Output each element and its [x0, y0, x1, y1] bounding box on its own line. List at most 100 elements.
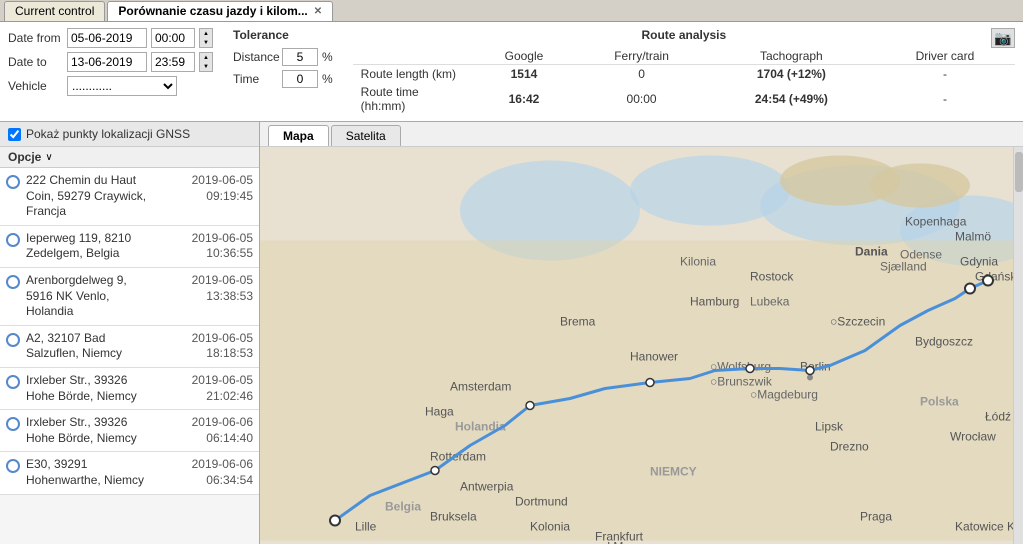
- map-svg: Dania Kopenhaga Malmö Sjælland Odense Ro…: [260, 147, 1023, 544]
- waypoint-icon: [6, 233, 20, 247]
- map-scrollbar[interactable]: [1013, 147, 1023, 544]
- date-from-input[interactable]: [67, 28, 147, 48]
- waypoint-datetime: 2019-06-0510:36:55: [192, 231, 253, 262]
- svg-text:Dortmund: Dortmund: [515, 495, 568, 509]
- route-analysis-title: Route analysis: [353, 28, 1015, 42]
- col-header-tacho: Tachograph: [708, 48, 875, 65]
- route-analysis-section: Route analysis Google Ferry/train Tachog…: [353, 28, 1015, 115]
- route-length-driver: -: [875, 65, 1015, 84]
- svg-text:Bruksela: Bruksela: [430, 510, 477, 524]
- svg-text:○Magdeburg: ○Magdeburg: [750, 388, 818, 402]
- waypoint-item[interactable]: Irxleber Str., 39326Hohe Börde, Niemcy20…: [0, 368, 259, 410]
- date-form: Date from ▲ ▼ Date to ▲ ▼ Vehicle ......…: [8, 28, 213, 96]
- tol-time-input[interactable]: [282, 70, 318, 88]
- date-to-input[interactable]: [67, 52, 147, 72]
- waypoint-address: Arenborgdelweg 9,5916 NK Venlo,Holandia: [26, 273, 184, 320]
- time-to-input[interactable]: [151, 52, 195, 72]
- time-to-spinner[interactable]: ▲ ▼: [199, 52, 213, 72]
- tol-distance-input[interactable]: [282, 48, 318, 66]
- spinner-down[interactable]: ▼: [200, 38, 212, 47]
- svg-text:Dania: Dania: [855, 245, 888, 259]
- waypoint-address: E30, 39291Hohenwarthe, Niemcy: [26, 457, 184, 488]
- tolerance-distance-row: Distance %: [233, 48, 333, 66]
- col-header-google: Google: [473, 48, 576, 65]
- gnss-checkbox[interactable]: [8, 128, 21, 141]
- map-area: Mapa Satelita: [260, 122, 1023, 544]
- tab-label: Current control: [15, 4, 94, 18]
- waypoint-datetime: 2019-06-0521:02:46: [192, 373, 253, 404]
- waypoint-info: E30, 39291Hohenwarthe, Niemcy: [26, 457, 184, 488]
- waypoint-item[interactable]: Irxleber Str., 39326Hohe Börde, Niemcy20…: [0, 410, 259, 452]
- waypoint-item[interactable]: E30, 39291Hohenwarthe, Niemcy2019-06-060…: [0, 452, 259, 494]
- route-time-ferry: 00:00: [575, 83, 708, 115]
- options-bar[interactable]: Opcje ∨: [0, 147, 259, 168]
- svg-text:NIEMCY: NIEMCY: [650, 465, 697, 479]
- tolerance-section: Tolerance Distance % Time %: [233, 28, 333, 88]
- svg-text:Antwerpia: Antwerpia: [460, 480, 514, 494]
- tab-bar: Current control Porównanie czasu jazdy i…: [0, 0, 1023, 22]
- tol-time-label: Time: [233, 72, 278, 86]
- waypoint-icon: [6, 375, 20, 389]
- map-canvas: Dania Kopenhaga Malmö Sjælland Odense Ro…: [260, 147, 1023, 544]
- date-from-label: Date from: [8, 31, 63, 45]
- waypoint-list[interactable]: 222 Chemin du HautCoin, 59279 Craywick,F…: [0, 168, 259, 544]
- time-from-input[interactable]: [151, 28, 195, 48]
- route-length-label: Route length (km): [353, 65, 473, 84]
- waypoint-datetime: 2019-06-0509:19:45: [192, 173, 253, 204]
- route-time-tacho: 24:54 (+49%): [708, 83, 875, 115]
- svg-text:○Brunszwik: ○Brunszwik: [710, 375, 773, 389]
- tab-current-control[interactable]: Current control: [4, 1, 105, 21]
- camera-button[interactable]: 📷: [991, 28, 1015, 48]
- date-to-label: Date to: [8, 55, 63, 69]
- svg-text:Kopenhaga: Kopenhaga: [905, 215, 967, 229]
- svg-text:Haga: Haga: [425, 405, 454, 419]
- tab-satellite[interactable]: Satelita: [331, 125, 401, 146]
- waypoint-item[interactable]: A2, 32107 BadSalzuflen, Niemcy2019-06-05…: [0, 326, 259, 368]
- waypoint-datetime: 2019-06-0518:18:53: [192, 331, 253, 362]
- tab-map[interactable]: Mapa: [268, 125, 329, 146]
- tab-close-icon[interactable]: ✕: [314, 6, 322, 17]
- route-length-row: Route length (km) 1514 0 1704 (+12%) -: [353, 65, 1015, 84]
- route-length-google: 1514: [473, 65, 576, 84]
- svg-text:Rotterdam: Rotterdam: [430, 450, 486, 464]
- waypoint-icon: [6, 175, 20, 189]
- svg-text:Hamburg: Hamburg: [690, 295, 739, 309]
- waypoint-info: Ieperweg 119, 8210Zedelgem, Belgia: [26, 231, 184, 262]
- waypoint-info: 222 Chemin du HautCoin, 59279 Craywick,F…: [26, 173, 184, 220]
- tab-satellite-label: Satelita: [346, 129, 386, 143]
- vehicle-row: Vehicle ............: [8, 76, 213, 96]
- tol-distance-label: Distance: [233, 50, 278, 64]
- waypoint-info: Arenborgdelweg 9,5916 NK Venlo,Holandia: [26, 273, 184, 320]
- svg-text:○Szczecin: ○Szczecin: [830, 315, 885, 329]
- svg-text:Odense: Odense: [900, 248, 942, 262]
- sidebar: Pokaż punkty lokalizacji GNSS Opcje ∨ 22…: [0, 122, 260, 544]
- time-from-spinner[interactable]: ▲ ▼: [199, 28, 213, 48]
- spinner-down[interactable]: ▼: [200, 62, 212, 71]
- gnss-label: Pokaż punkty lokalizacji GNSS: [26, 127, 190, 141]
- waypoint-item[interactable]: 222 Chemin du HautCoin, 59279 Craywick,F…: [0, 168, 259, 226]
- svg-text:Lille: Lille: [355, 520, 377, 534]
- options-label: Opcje: [8, 150, 41, 164]
- tab-comparison[interactable]: Porównanie czasu jazdy i kilom... ✕: [107, 1, 333, 21]
- spinner-up[interactable]: ▲: [200, 53, 212, 62]
- top-panel: Date from ▲ ▼ Date to ▲ ▼ Vehicle ......…: [0, 22, 1023, 122]
- svg-text:Belgia: Belgia: [385, 500, 421, 514]
- waypoint-address: Irxleber Str., 39326Hohe Börde, Niemcy: [26, 415, 184, 446]
- tol-distance-pct: %: [322, 50, 333, 64]
- route-length-ferry: 0: [575, 65, 708, 84]
- svg-text:Kolonia: Kolonia: [530, 520, 570, 534]
- waypoint-item[interactable]: Ieperweg 119, 8210Zedelgem, Belgia 2019-0…: [0, 226, 259, 268]
- map-scrollbar-thumb: [1015, 152, 1023, 192]
- map-tabs: Mapa Satelita: [260, 122, 1023, 147]
- waypoint-icon: [6, 275, 20, 289]
- spinner-up[interactable]: ▲: [200, 29, 212, 38]
- route-analysis-table: Google Ferry/train Tachograph Driver car…: [353, 48, 1015, 115]
- col-header-ferry: Ferry/train: [575, 48, 708, 65]
- svg-text:Polska: Polska: [920, 395, 959, 409]
- waypoint-icon: [6, 459, 20, 473]
- options-arrow-icon: ∨: [45, 152, 52, 163]
- waypoint-item[interactable]: Arenborgdelweg 9,5916 NK Venlo,Holandia2…: [0, 268, 259, 326]
- tolerance-title: Tolerance: [233, 28, 333, 42]
- vehicle-select[interactable]: ............: [67, 76, 177, 96]
- svg-text:Lipsk: Lipsk: [815, 420, 844, 434]
